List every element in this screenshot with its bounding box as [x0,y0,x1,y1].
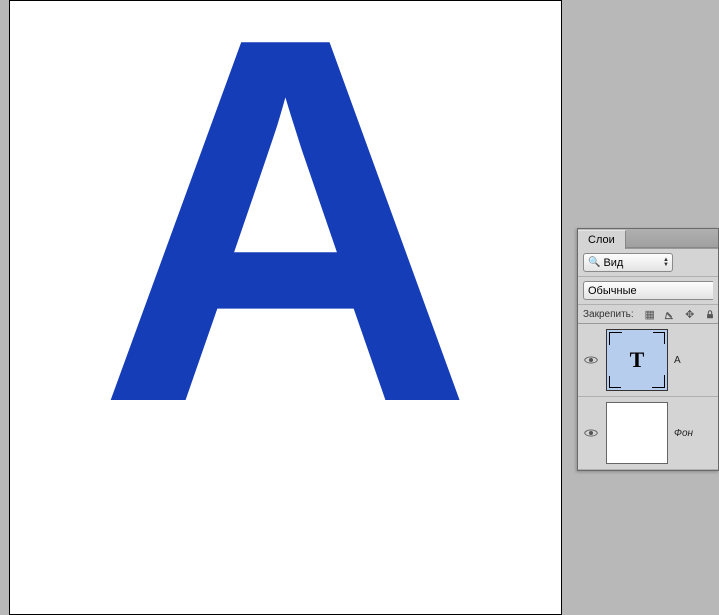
panel-tab-bar: Слои [578,229,718,249]
layer-thumbnail[interactable]: T [606,329,668,391]
eye-icon [584,355,598,365]
layers-list: T А Фон [578,324,718,470]
canvas-text-object[interactable]: А [98,0,474,481]
layer-thumbnail[interactable] [606,402,668,464]
tab-bar-empty [626,229,718,248]
layer-item-text[interactable]: T А [578,324,718,397]
layer-name[interactable]: Фон [674,428,714,439]
visibility-toggle[interactable] [582,428,600,438]
lock-row: Закрепить: ▦ ✥ [578,305,718,324]
layers-panel: Слои 🔍 Вид ▲▼ Обычные Закрепить: ▦ ✥ [577,228,719,471]
layer-name[interactable]: А [674,355,714,366]
visibility-toggle[interactable] [582,355,600,365]
canvas[interactable]: А [9,0,562,615]
blend-mode-value: Обычные [588,285,637,297]
layer-item-background[interactable]: Фон [578,397,718,470]
lock-transparency-icon[interactable]: ▦ [644,308,656,320]
lock-icons-group: ▦ ✥ [644,308,716,320]
lock-all-icon[interactable] [704,308,716,320]
dropdown-stepper-icon: ▲▼ [663,258,669,268]
tab-layers[interactable]: Слои [578,230,626,249]
layer-filter-dropdown[interactable]: 🔍 Вид ▲▼ [583,253,673,272]
blend-row: Обычные [578,277,718,305]
filter-label: Вид [603,257,623,269]
lock-label: Закрепить: [583,309,634,320]
lock-position-icon[interactable]: ✥ [684,308,696,320]
search-icon: 🔍 [588,257,600,268]
eye-icon [584,428,598,438]
filter-row: 🔍 Вид ▲▼ [578,249,718,277]
lock-pixels-icon[interactable] [664,308,676,320]
blend-mode-dropdown[interactable]: Обычные [583,281,713,300]
text-layer-icon: T [630,347,645,373]
